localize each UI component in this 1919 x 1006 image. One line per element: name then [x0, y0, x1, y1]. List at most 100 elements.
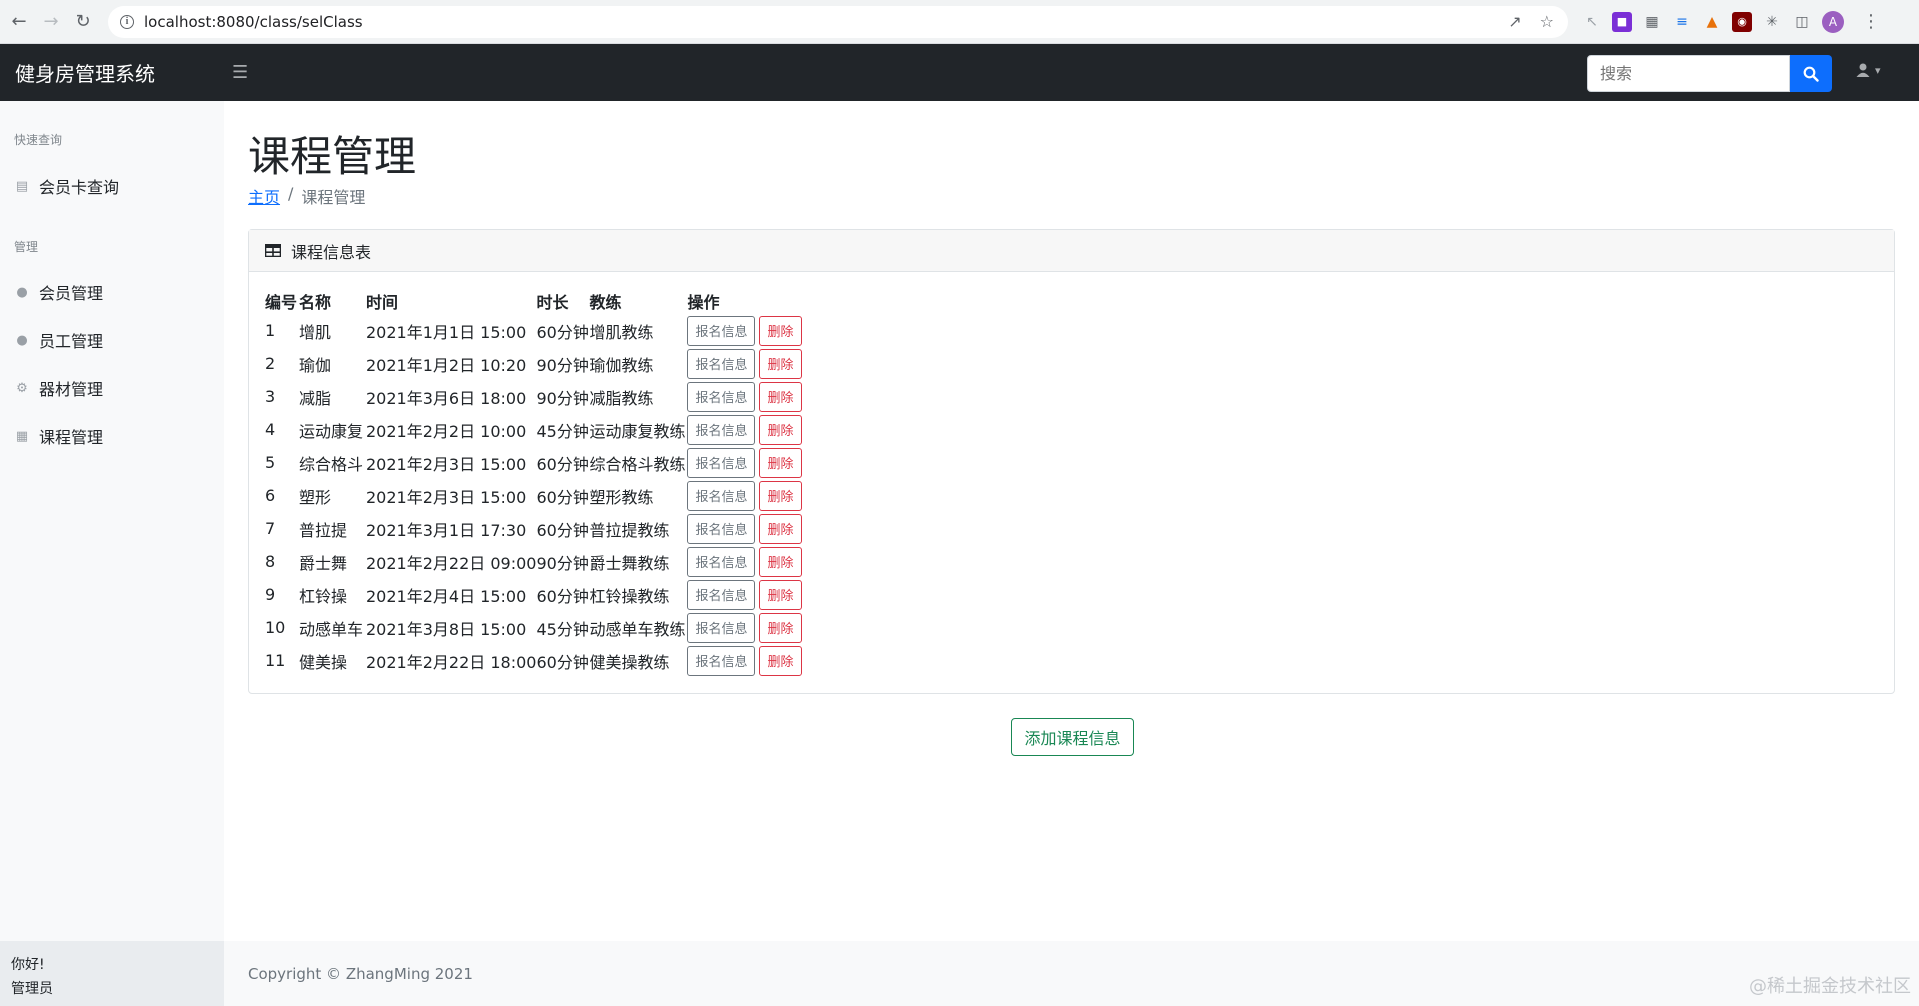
delete-button[interactable]: 删除: [759, 546, 802, 577]
copyright-text: Copyright © ZhangMing 2021: [248, 964, 473, 983]
cell-actions: 报名信息 删除: [687, 479, 802, 512]
search-input[interactable]: [1587, 55, 1790, 92]
table-row: 9 杠铃操 2021年2月4日 15:00 60分钟 杠铃操教练 报名信息 删除: [265, 578, 802, 611]
cell-coach: 健美操教练: [589, 652, 670, 672]
breadcrumb-separator: /: [288, 184, 294, 203]
sidebar-item-card-query[interactable]: ▤ 会员卡查询: [14, 174, 119, 198]
signup-info-button[interactable]: 报名信息: [687, 414, 756, 445]
signup-info-button[interactable]: 报名信息: [687, 447, 756, 478]
user-icon: ●: [16, 332, 28, 348]
sidebar-item-label: 器材管理: [39, 380, 104, 399]
layers-extension-icon[interactable]: ≡: [1672, 12, 1692, 32]
people-extension-icon[interactable]: ▲: [1702, 12, 1722, 32]
table-body: 1 增肌 2021年1月1日 15:00 60分钟 增肌教练 报名信息 删除 2 瑜伽 2021年…: [265, 314, 802, 677]
cell-coach: 运动康复教练: [589, 421, 686, 441]
cell-actions: 报名信息 删除: [687, 578, 802, 611]
breadcrumb-home-link[interactable]: 主页: [248, 184, 280, 208]
cell-duration: 60分钟: [536, 586, 589, 606]
sidebar-heading-manage: 管理: [14, 240, 39, 254]
sidebar-item-members[interactable]: ● 会员管理: [14, 280, 103, 304]
profile-avatar[interactable]: A: [1822, 10, 1844, 33]
cursor-extension-icon[interactable]: ↖: [1582, 12, 1602, 32]
puzzle-extensions-icon[interactable]: ✳: [1762, 12, 1782, 32]
delete-button[interactable]: 删除: [759, 315, 802, 346]
delete-button[interactable]: 删除: [759, 480, 802, 511]
cell-name: 健美操: [299, 652, 348, 672]
main-content: 课程管理 主页 / 课程管理 课程信息表 编号 名称 时间 时长 教练 操作 1…: [224, 101, 1919, 1006]
delete-button[interactable]: 删除: [759, 447, 802, 478]
cell-duration: 60分钟: [536, 322, 589, 342]
add-course-button[interactable]: 添加课程信息: [1011, 718, 1134, 756]
reload-icon[interactable]: ↻: [70, 9, 96, 35]
table-row: 11 健美操 2021年2月22日 18:00 60分钟 健美操教练 报名信息 删除: [265, 644, 802, 677]
signup-info-button[interactable]: 报名信息: [687, 546, 756, 577]
signup-info-button[interactable]: 报名信息: [687, 579, 756, 610]
sidebar-heading-quick: 快速查询: [14, 133, 63, 147]
delete-button[interactable]: 删除: [759, 381, 802, 412]
cell-duration: 60分钟: [536, 454, 589, 474]
delete-button[interactable]: 删除: [759, 414, 802, 445]
cell-duration: 45分钟: [536, 421, 589, 441]
delete-button[interactable]: 删除: [759, 579, 802, 610]
signup-info-button[interactable]: 报名信息: [687, 612, 756, 643]
signup-info-button[interactable]: 报名信息: [687, 381, 756, 412]
cell-time: 2021年1月2日 10:20: [366, 355, 527, 375]
course-table-card: 课程信息表 编号 名称 时间 时长 教练 操作 1 增肌 2021年1月1日 15:…: [248, 229, 1895, 694]
cell-actions: 报名信息 删除: [687, 611, 802, 644]
col-header-actions: 操作: [687, 293, 720, 312]
user-role: 管理员: [11, 981, 53, 997]
cell-coach: 杠铃操教练: [589, 586, 670, 606]
signup-info-button[interactable]: 报名信息: [687, 348, 756, 379]
breadcrumb-current: 课程管理: [301, 188, 366, 207]
watermark-text: @稀土掘金技术社区: [1749, 976, 1911, 997]
table-row: 10 动感单车 2021年3月8日 15:00 45分钟 动感单车教练 报名信息 删除: [265, 611, 802, 644]
cell-id: 4: [265, 420, 276, 439]
signup-info-button[interactable]: 报名信息: [687, 513, 756, 544]
table-row: 2 瑜伽 2021年1月2日 10:20 90分钟 瑜伽教练 报名信息 删除: [265, 347, 802, 380]
search-form: [1587, 55, 1832, 92]
signup-info-button[interactable]: 报名信息: [687, 645, 756, 676]
app-brand[interactable]: 健身房管理系统: [0, 58, 224, 87]
cell-name: 杠铃操: [299, 586, 348, 606]
user-dropdown[interactable]: ▾: [1855, 62, 1881, 78]
back-arrow-icon[interactable]: ←: [6, 9, 32, 35]
cell-coach: 增肌教练: [589, 322, 654, 342]
cell-time: 2021年2月2日 10:00: [366, 421, 527, 441]
signup-info-button[interactable]: 报名信息: [687, 480, 756, 511]
sidebar-item-equipment[interactable]: ⚙ 器材管理: [14, 376, 103, 400]
address-bar[interactable]: i localhost:8080/class/selClass ↗ ☆: [108, 5, 1568, 38]
bookmark-star-icon[interactable]: ☆: [1540, 12, 1554, 31]
site-info-icon[interactable]: i: [120, 14, 134, 29]
delete-button[interactable]: 删除: [759, 612, 802, 643]
sidebar-item-label: 会员卡查询: [39, 178, 120, 197]
cell-actions: 报名信息 删除: [687, 314, 802, 347]
sidebar-item-label: 员工管理: [39, 332, 104, 351]
col-header-name: 名称: [299, 293, 332, 312]
search-button[interactable]: [1790, 55, 1832, 92]
delete-button[interactable]: 删除: [759, 513, 802, 544]
sidebar-item-courses[interactable]: ▦ 课程管理: [14, 424, 103, 448]
sidebar-item-label: 课程管理: [39, 428, 104, 447]
cell-time: 2021年2月4日 15:00: [366, 586, 527, 606]
share-icon[interactable]: ↗: [1508, 12, 1521, 31]
ublock-extension-icon[interactable]: ◉: [1732, 11, 1752, 32]
cell-coach: 综合格斗教练: [589, 454, 686, 474]
jetbrains-extension-icon[interactable]: ■: [1612, 11, 1632, 32]
cell-coach: 塑形教练: [589, 487, 654, 507]
delete-button[interactable]: 删除: [759, 645, 802, 676]
delete-button[interactable]: 删除: [759, 348, 802, 379]
forward-arrow-icon[interactable]: →: [38, 9, 64, 35]
sidebar-item-staff[interactable]: ● 员工管理: [14, 328, 103, 352]
cell-coach: 普拉提教练: [589, 520, 670, 540]
cell-id: 7: [265, 519, 276, 538]
signup-info-button[interactable]: 报名信息: [687, 315, 756, 346]
col-header-id: 编号: [265, 293, 298, 312]
browser-menu-icon[interactable]: ⋮: [1862, 11, 1880, 32]
cell-coach: 减脂教练: [589, 388, 654, 408]
cell-name: 瑜伽: [299, 355, 332, 375]
store-extension-icon[interactable]: ▦: [1642, 12, 1662, 32]
cell-duration: 90分钟: [536, 388, 589, 408]
sidebar-toggle-icon[interactable]: ☰: [232, 62, 248, 83]
sidepanel-icon[interactable]: ◫: [1792, 12, 1812, 32]
cell-actions: 报名信息 删除: [687, 347, 802, 380]
